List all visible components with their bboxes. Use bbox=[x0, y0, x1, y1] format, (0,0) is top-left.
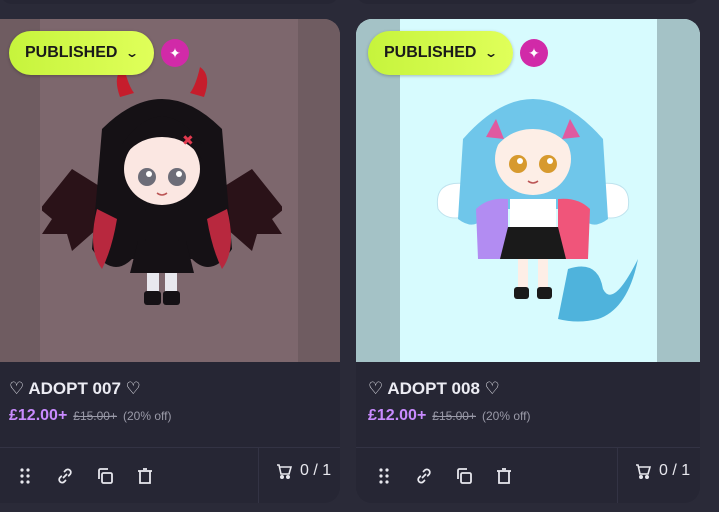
original-price: £15.00+ bbox=[432, 409, 476, 423]
card-above-left bbox=[0, 0, 339, 4]
product-card-adopt-007[interactable]: ✖ PUBLISHED ⌄ ✦ ♡ ADOPT 007 ♡ £12.00+ £1… bbox=[0, 19, 340, 503]
drag-handle-icon[interactable] bbox=[370, 462, 398, 490]
status-dropdown[interactable]: PUBLISHED ⌄ bbox=[9, 31, 154, 75]
link-icon[interactable] bbox=[51, 462, 79, 490]
status-label: PUBLISHED bbox=[25, 44, 118, 61]
status-dropdown[interactable]: PUBLISHED ⌄ bbox=[368, 31, 513, 75]
product-title[interactable]: ♡ ADOPT 008 ♡ bbox=[368, 379, 500, 399]
cart-icon bbox=[277, 464, 292, 479]
card-above-right bbox=[356, 0, 700, 4]
toolbar-divider bbox=[258, 448, 259, 503]
sparkle-icon[interactable]: ✦ bbox=[520, 39, 548, 67]
card-toolbar: 0 / 1 bbox=[0, 448, 340, 503]
stock-count: 0 / 1 bbox=[300, 462, 332, 479]
product-card-adopt-008[interactable]: PUBLISHED ⌄ ✦ ♡ ADOPT 008 ♡ £12.00+ £15.… bbox=[356, 19, 700, 503]
copy-icon[interactable] bbox=[450, 462, 478, 490]
image-panel-right bbox=[657, 19, 700, 362]
discount-label: (20% off) bbox=[482, 409, 531, 423]
stock-count: 0 / 1 bbox=[659, 462, 691, 479]
sale-price: £12.00+ bbox=[9, 407, 68, 424]
chevron-down-icon: ⌄ bbox=[484, 46, 499, 60]
stock-counter[interactable]: 0 / 1 bbox=[276, 462, 331, 480]
link-icon[interactable] bbox=[410, 462, 438, 490]
original-price: £15.00+ bbox=[73, 409, 117, 423]
sale-price: £12.00+ bbox=[368, 407, 427, 424]
price-row: £12.00+ £15.00+ (20% off) bbox=[368, 407, 530, 425]
sparkle-icon[interactable]: ✦ bbox=[161, 39, 189, 67]
trash-icon[interactable] bbox=[131, 462, 159, 490]
svg-text:✖: ✖ bbox=[182, 132, 194, 148]
copy-icon[interactable] bbox=[91, 462, 119, 490]
stock-counter[interactable]: 0 / 1 bbox=[635, 462, 690, 480]
drag-handle-icon[interactable] bbox=[11, 462, 39, 490]
price-row: £12.00+ £15.00+ (20% off) bbox=[9, 407, 171, 425]
chevron-down-icon: ⌄ bbox=[125, 46, 140, 60]
discount-label: (20% off) bbox=[123, 409, 172, 423]
image-panel-right bbox=[298, 19, 340, 362]
trash-icon[interactable] bbox=[490, 462, 518, 490]
card-toolbar: 0 / 1 bbox=[356, 448, 700, 503]
toolbar-divider bbox=[617, 448, 618, 503]
status-label: PUBLISHED bbox=[384, 44, 477, 61]
cart-icon bbox=[636, 464, 651, 479]
product-title[interactable]: ♡ ADOPT 007 ♡ bbox=[9, 379, 141, 399]
